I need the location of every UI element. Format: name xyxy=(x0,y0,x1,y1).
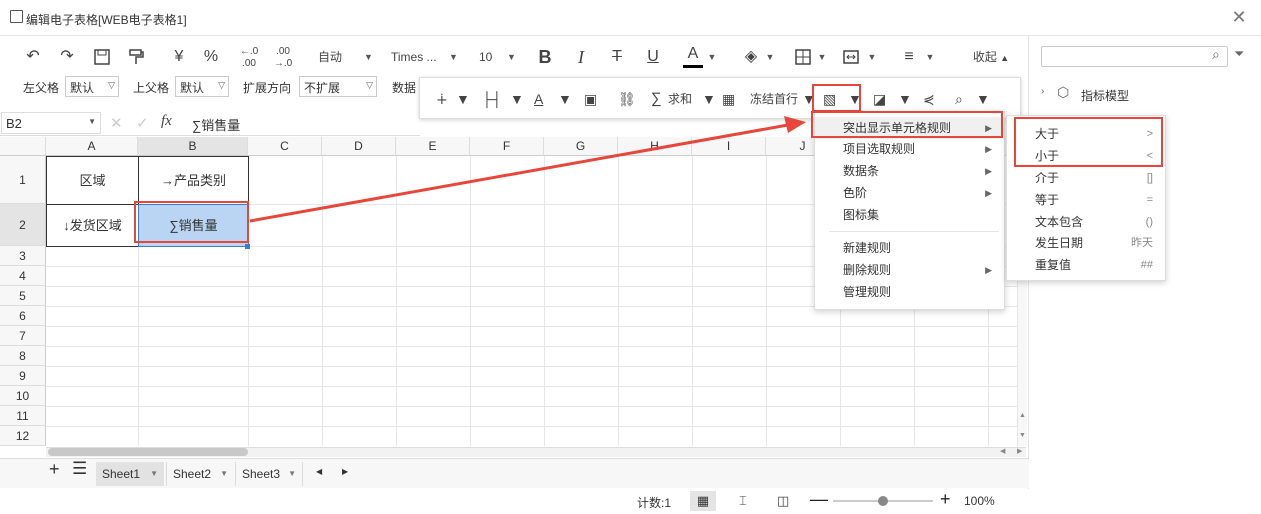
chevron-right-icon: ▶ xyxy=(985,265,992,275)
menu-item-label: 项目选取规则 xyxy=(843,142,916,156)
right-panel xyxy=(1030,36,1261,514)
tree-item-indicator-model[interactable]: 指标模型 xyxy=(1081,87,1129,104)
menu-item-label: 色阶 xyxy=(843,186,868,200)
menu-item-label: 管理规则 xyxy=(843,285,892,299)
menu-item-color-scales[interactable]: 色阶 ▶ xyxy=(815,182,1004,204)
menu-item-manage-rules[interactable]: 管理规则 xyxy=(815,281,1004,303)
menu-item-delete-rule[interactable]: 删除规则 ▶ xyxy=(815,259,1004,281)
menu-item-data-bars[interactable]: 数据条 ▶ xyxy=(815,160,1004,182)
panel-search-input[interactable] xyxy=(1041,46,1228,67)
chevron-right-icon: ▶ xyxy=(985,144,992,154)
cube-icon: ⬡ xyxy=(1057,84,1070,100)
menu-item-new-rule[interactable]: 新建规则 xyxy=(815,237,1004,259)
highlight-box-menu-item xyxy=(811,111,1003,138)
chevron-right-icon[interactable]: › xyxy=(1041,86,1044,97)
chevron-right-icon: ▶ xyxy=(985,188,992,198)
menu-item-label: 图标集 xyxy=(843,208,880,222)
filter-icon[interactable]: ⏷ xyxy=(1234,46,1244,62)
search-icon[interactable]: ⌕ xyxy=(1212,46,1220,63)
menu-divider xyxy=(829,231,999,232)
menu-item-icon-sets[interactable]: 图标集 xyxy=(815,204,1004,226)
menu-item-label: 数据条 xyxy=(843,164,880,178)
conditional-format-menu: 突出显示单元格规则 ▶ 项目选取规则 ▶ 数据条 ▶ 色阶 ▶ 图标集 新建规则 删除规… xyxy=(814,111,1005,310)
menu-item-label: 新建规则 xyxy=(843,241,892,255)
menu-item-label: 删除规则 xyxy=(843,263,892,277)
menu-item-top-bottom-rules[interactable]: 项目选取规则 ▶ xyxy=(815,138,1004,160)
chevron-right-icon: ▶ xyxy=(985,166,992,176)
